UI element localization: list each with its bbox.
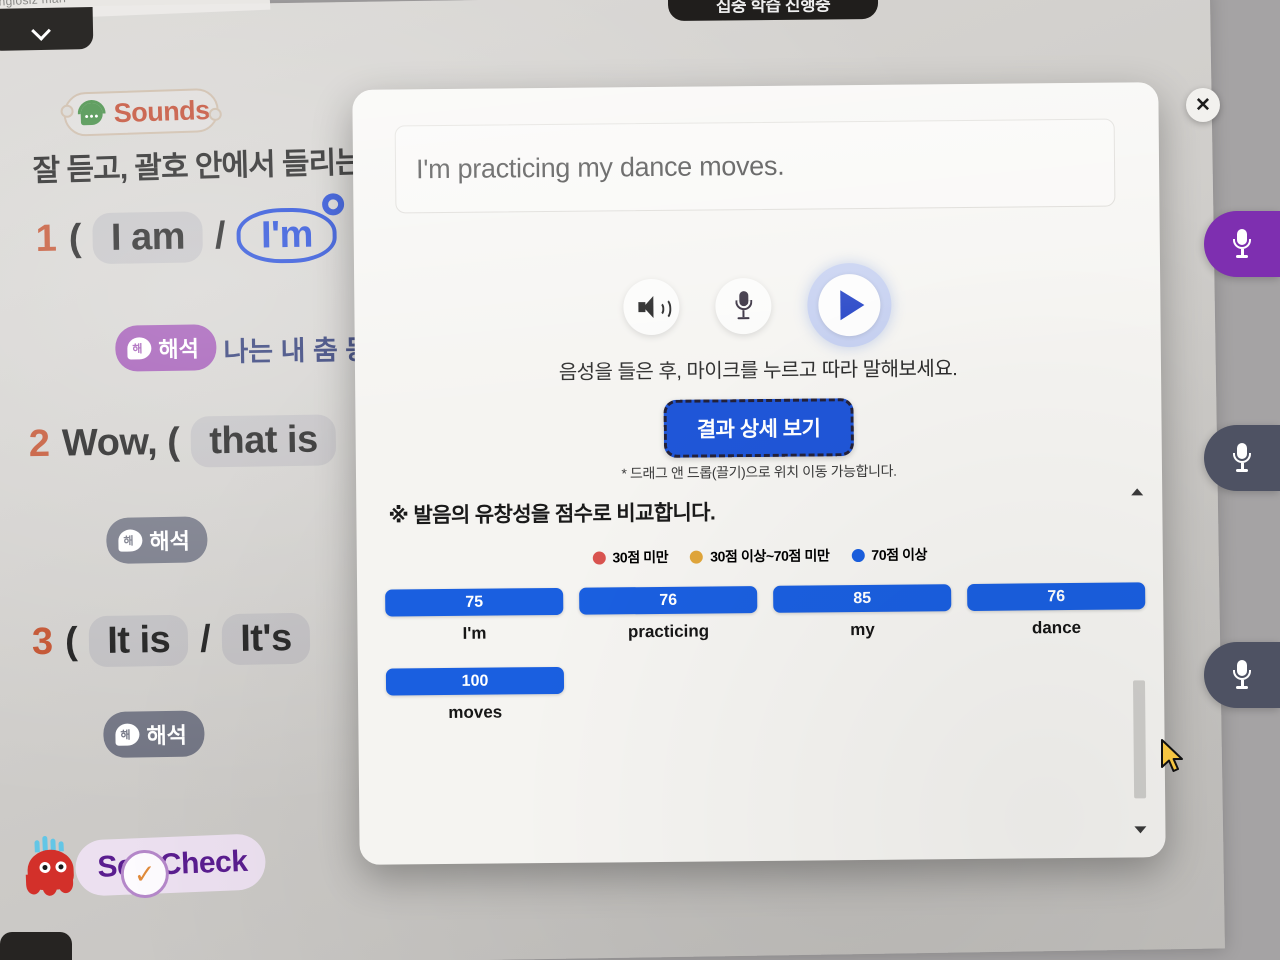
word-score-bar: 100 <box>385 666 565 696</box>
speech-bubble-icon: 해 <box>118 529 143 552</box>
option-chip-im-selected[interactable]: I'm <box>236 207 338 264</box>
word-score-label: moves <box>448 702 503 722</box>
hint-button-label: 해석 <box>158 336 200 363</box>
word-score-bar: 76 <box>579 586 758 615</box>
hint-button-2[interactable]: 해 해석 <box>106 516 209 564</box>
word-score-cell: 76 dance <box>967 582 1146 639</box>
word-score-cell: 76 practicing <box>579 586 758 643</box>
scroll-up-arrow[interactable] <box>1131 488 1144 496</box>
check-mark-icon: ✓ <box>119 849 170 899</box>
legend-dot-orange <box>690 550 704 564</box>
legend-dot-red <box>592 550 606 565</box>
hint-button-1[interactable]: 해 해석 <box>115 324 218 372</box>
word-score-cell: 75 I'm <box>385 587 564 645</box>
option-separator: / <box>199 618 211 661</box>
option-separator: / <box>214 215 226 258</box>
play-icon <box>840 289 865 321</box>
speech-bubble-icon: 해 <box>115 723 140 746</box>
question-row-2: 2 Wow, ( that is <box>28 414 337 470</box>
status-badge: 집중 학습 진행중 <box>667 0 879 22</box>
play-button[interactable] <box>818 273 881 337</box>
status-badge-label: 집중 학습 진행중 <box>715 0 831 16</box>
legend-item-low: 30점 미만 <box>592 547 668 568</box>
word-score-cell: 100 moves <box>385 666 565 724</box>
sentence-display-box: I'm practicing my dance moves. <box>394 118 1116 214</box>
question-row-1: 1 ( I am / I'm <box>35 207 338 267</box>
instruction-hint: 음성을 들은 후, 마이크를 누르고 따라 말해보세요. <box>558 358 958 384</box>
word-score-bar: 75 <box>385 587 564 617</box>
self-check-banner[interactable]: ✓ Self-Check <box>25 833 267 899</box>
question-number: 3 <box>31 620 54 664</box>
hint-button-label: 해석 <box>146 722 188 749</box>
legend-label-high: 70점 이상 <box>871 546 928 563</box>
word-score-label: I'm <box>462 623 487 643</box>
legend-label-mid: 30점 이상~70점 미만 <box>710 547 830 565</box>
speaker-icon <box>638 296 672 320</box>
option-chip-its[interactable]: It's <box>221 612 311 666</box>
scroll-down-arrow[interactable] <box>1134 826 1147 834</box>
option-chip-i-am[interactable]: I am <box>92 211 204 265</box>
microphone-icon <box>734 291 753 321</box>
word-score-bar: 76 <box>967 582 1146 612</box>
sidebar-mic-button-2[interactable] <box>1204 425 1280 491</box>
microphone-icon <box>1233 660 1251 690</box>
sounds-badge-label: Sounds <box>113 94 211 128</box>
option-chip-that-is[interactable]: that is <box>190 414 337 468</box>
sidebar-mic-button-3[interactable] <box>1204 642 1280 708</box>
pronunciation-practice-modal: I'm practicing my dance moves. 음성을 들은 후,… <box>352 82 1166 865</box>
scrollbar[interactable] <box>1130 488 1147 834</box>
drag-drop-note: * 드래그 앤 드롭(끌기)으로 위치 이동 가능합니다. <box>621 462 897 482</box>
word-score-bar: 85 <box>773 584 952 613</box>
audio-controls-row <box>354 260 1161 352</box>
question-number: 2 <box>28 422 51 466</box>
legend-item-mid: 30점 이상~70점 미만 <box>690 545 829 566</box>
translation-text-1: 나는 내 춤 동 <box>223 334 371 368</box>
bottom-corner-tab[interactable] <box>0 932 72 960</box>
collapse-tab[interactable] <box>0 6 94 52</box>
microphone-button[interactable] <box>715 277 772 335</box>
view-detailed-result-button[interactable]: 결과 상세 보기 <box>663 398 854 458</box>
chevron-down-icon <box>31 24 49 34</box>
legend-dot-blue <box>851 548 865 562</box>
question-prefix: Wow, ( <box>61 420 180 465</box>
hint-button-3[interactable]: 해 해석 <box>103 710 206 758</box>
word-score-chart: 75 I'm 76 practicing 85 my 76 dance 100 moves <box>385 582 1146 747</box>
word-score-label: my <box>850 619 875 640</box>
close-button[interactable]: ✕ <box>1186 88 1220 122</box>
sounds-badge: ••• Sounds <box>62 87 220 137</box>
legend-label-low: 30점 미만 <box>612 548 669 566</box>
hint-button-label: 해석 <box>149 528 191 555</box>
headset-chat-icon: ••• <box>77 99 106 129</box>
scrollbar-thumb[interactable] <box>1133 680 1147 799</box>
worksheet-instruction: 잘 듣고, 괄호 안에서 들리는 <box>32 146 363 188</box>
word-score-label: practicing <box>627 621 710 642</box>
play-button-glow <box>806 262 892 348</box>
open-paren: ( <box>64 620 78 663</box>
self-check-label: Self-Check <box>96 844 249 884</box>
speaker-button[interactable] <box>623 278 680 336</box>
word-score-cell: 85 my <box>773 584 952 641</box>
legend-item-high: 70점 이상 <box>851 544 927 565</box>
octopus-mascot <box>12 834 89 907</box>
fluency-compare-note: ※ 발음의 유창성을 점수로 비교합니다. <box>388 501 716 528</box>
question-row-3: 3 ( It is / It's <box>31 612 311 668</box>
practice-sentence: I'm practicing my dance moves. <box>415 150 785 184</box>
word-score-label: dance <box>1031 617 1082 638</box>
speech-bubble-icon: 해 <box>127 337 152 360</box>
question-number: 1 <box>35 217 58 260</box>
screen: fenglosiz marr ••• Sounds 잘 듣고, 괄호 안에서 들… <box>0 0 1280 960</box>
open-paren: ( <box>68 217 82 260</box>
option-chip-it-is[interactable]: It is <box>88 614 189 668</box>
microphone-icon <box>1233 229 1251 259</box>
microphone-icon <box>1233 443 1251 473</box>
score-legend: 30점 미만 30점 이상~70점 미만 70점 이상 <box>357 542 1163 570</box>
sidebar-mic-button-1[interactable] <box>1204 211 1280 277</box>
